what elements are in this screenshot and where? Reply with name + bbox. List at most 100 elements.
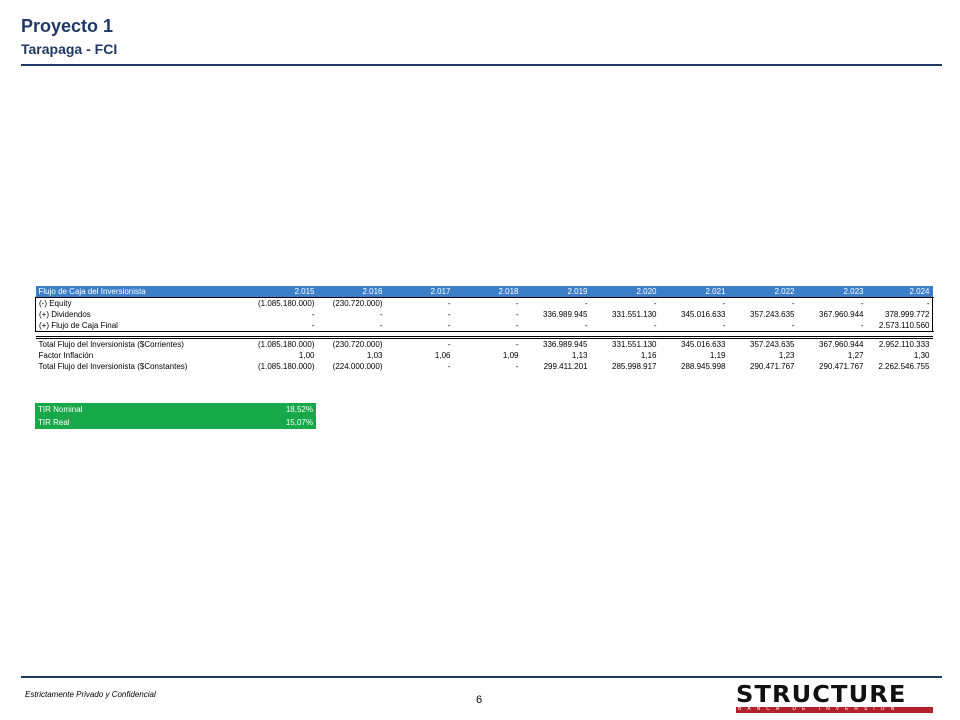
cashflow-row-value: 345.016.633	[681, 310, 726, 319]
cashflow-row-label: (+) Dividendos	[35, 309, 246, 320]
cashflow-row: (+) Dividendos - - - - 336.989.945 331.551.130…	[35, 309, 933, 320]
cashflow-total-row-value: 290.471.767	[750, 362, 795, 371]
cashflow-total-row-value: 1,03	[366, 351, 383, 360]
cashflow-total-row-value: 1,27	[847, 351, 864, 360]
cashflow-row-value: -	[659, 320, 729, 332]
cashflow-row-value: (1.085.180.000)	[245, 297, 318, 309]
cashflow-row-value: 367.960.944	[819, 310, 864, 319]
cashflow-row-value: -	[311, 310, 315, 319]
tir-real-label: TIR Real	[35, 416, 255, 429]
cashflow-total-row-label: Factor Inflación	[38, 351, 94, 360]
cashflow-total-row-value: 345.016.633	[659, 336, 729, 350]
page-subtitle: Tarapaga - FCI	[21, 41, 118, 57]
cashflow-row-value: 336.989.945	[543, 310, 588, 319]
cashflow-total-row-value: 299.411.201	[543, 362, 588, 371]
cashflow-row-label: (-) Equity	[35, 297, 246, 309]
cashflow-total-row: Total Flujo del Inversionista ($Constant…	[36, 361, 933, 372]
cashflow-total-row-value: (230.720.000)	[317, 336, 386, 350]
cashflow-total-row-value: 288.945.998	[681, 362, 726, 371]
cashflow-total-row-value: 1,00	[298, 351, 315, 360]
cashflow-row-value: 331.551.130	[612, 310, 657, 319]
cashflow-row-value: -	[385, 297, 454, 309]
cashflow-row-value: -	[317, 320, 386, 332]
cashflow-row-label: (+) Flujo de Caja Final	[35, 320, 246, 332]
cashflow-header-row-value: 2.022	[728, 286, 798, 298]
tir-nominal-value: 18,52%	[255, 403, 316, 416]
cashflow-row-value: -	[728, 320, 798, 332]
cashflow-row-value: -	[590, 297, 660, 309]
cashflow-header-row-label: Flujo de Caja del Inversionista	[35, 286, 246, 298]
structure-logo: STRUCTURE BANCA DE INVERSION	[736, 684, 933, 714]
cashflow-total-row-value: 2.952.110.333	[866, 336, 933, 350]
cashflow-total-row-value: 285.998.917	[612, 362, 657, 371]
cashflow-row: (+) Flujo de Caja Final - - - - - - - - -2.573.11…	[35, 320, 933, 332]
cashflow-total-row-value: -	[453, 336, 522, 350]
cashflow-total-row-label: Total Flujo del Inversionista ($Corrient…	[35, 336, 246, 350]
cashflow-row: (-) Equity (1.085.180.000) (230.720.000) - -…	[35, 297, 933, 309]
cashflow-total-row: Total Flujo del Inversionista ($Corrient…	[35, 336, 933, 350]
cashflow-total-row-value: 1,06	[434, 351, 451, 360]
cashflow-total-row-value: (224.000.000)	[332, 362, 383, 371]
cashflow-row-value: -	[453, 297, 522, 309]
cashflow-row-value: -	[659, 297, 729, 309]
cashflow-total-row-value: 336.989.945	[521, 336, 591, 350]
cashflow-header-row-value: 2.023	[797, 286, 867, 298]
cashflow-row-value: -	[590, 320, 660, 332]
header-divider	[21, 64, 942, 66]
cashflow-header-row-value: 2.018	[453, 286, 522, 298]
cashflow-header-row-value: 2.016	[317, 286, 386, 298]
cashflow-table: Flujo de Caja del Inversionista 2.015 2.01…	[35, 286, 933, 372]
confidential-note: Estrictamente Privado y Confidencial	[25, 690, 156, 699]
cashflow-row-value: -	[453, 320, 522, 332]
cashflow-row-value: 2.573.110.560	[866, 320, 933, 332]
cashflow-row-value: 378.999.772	[885, 310, 930, 319]
cashflow-row-value: -	[515, 310, 519, 319]
cashflow-total-row-value: 1,30	[913, 351, 930, 360]
cashflow-row-value: -	[385, 320, 454, 332]
cashflow-header-row-value: 2.021	[659, 286, 729, 298]
cashflow-row-value: -	[521, 297, 591, 309]
cashflow-header-row-value: 2.024	[866, 286, 933, 298]
cashflow-total-row: Factor Inflación 1,00 1,03 1,06 1,09 1,13 1,16…	[36, 350, 933, 361]
tir-nominal-label: TIR Nominal	[35, 403, 255, 416]
cashflow-total-row-value: (1.085.180.000)	[245, 336, 318, 350]
cashflow-row-value: -	[797, 320, 867, 332]
cashflow-row-value: -	[447, 310, 451, 319]
cashflow-row-value: -	[521, 320, 591, 332]
page-number: 6	[476, 694, 483, 706]
tir-nominal-row: TIR Nominal 18,52%	[35, 403, 316, 416]
footer-divider	[21, 676, 942, 678]
page-title: Proyecto 1	[21, 16, 114, 36]
cashflow-header-row-value: 2.019	[521, 286, 591, 298]
cashflow-total-row-value: 2.262.546.755	[878, 362, 930, 371]
cashflow-total-row-value: 331.551.130	[590, 336, 660, 350]
cashflow-total-row-label: Total Flujo del Inversionista ($Constant…	[38, 362, 188, 371]
cashflow-row-value: -	[797, 297, 867, 309]
logo-wordmark: STRUCTURE	[736, 682, 907, 708]
tir-real-row: TIR Real 15,07%	[35, 416, 316, 429]
cashflow-header-row-value: 2.015	[245, 286, 318, 298]
cashflow-row-value: -	[866, 297, 933, 309]
tir-table: TIR Nominal 18,52% TIR Real 15,07%	[35, 403, 316, 429]
cashflow-row-value: -	[728, 297, 798, 309]
cashflow-total-row-value: 290.471.767	[819, 362, 864, 371]
cashflow-total-row-value: -	[447, 362, 451, 371]
cashflow-header-row-value: 2.020	[590, 286, 660, 298]
cashflow-header-row: Flujo de Caja del Inversionista 2.015 2.01…	[35, 286, 933, 298]
cashflow-total-row-value: -	[515, 362, 519, 371]
cashflow-total-row-value: 367.960.944	[797, 336, 867, 350]
cashflow-row-value: (230.720.000)	[317, 297, 386, 309]
cashflow-total-row-value: -	[385, 336, 454, 350]
cashflow-total-row-value: (1.085.180.000)	[258, 362, 315, 371]
cashflow-total-row-value: 1,13	[571, 351, 588, 360]
cashflow-total-row-value: 357.243.635	[728, 336, 798, 350]
cashflow-total-row-value: 1,19	[709, 351, 726, 360]
cashflow-total-row-value: 1,16	[640, 351, 657, 360]
cashflow-total-row-value: 1,23	[778, 351, 795, 360]
logo-band: BANCA DE INVERSION	[736, 706, 933, 713]
cashflow-row-value: -	[379, 310, 383, 319]
cashflow-row-value: 357.243.635	[750, 310, 795, 319]
tir-real-value: 15,07%	[255, 416, 316, 429]
cashflow-header-row-value: 2.017	[385, 286, 454, 298]
cashflow-row-value: -	[245, 320, 318, 332]
